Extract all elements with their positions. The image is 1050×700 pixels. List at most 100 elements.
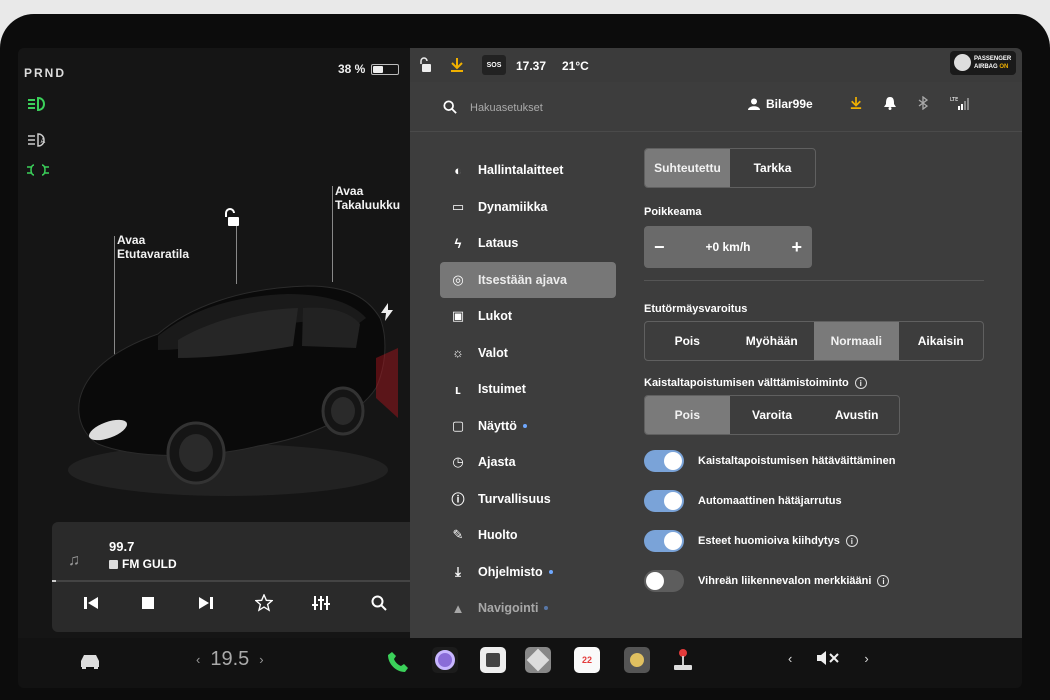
toggle-label: Automaattinen hätäjarrutus: [698, 495, 842, 507]
follow-distance-mode-selector: Suhteutettu Tarkka: [644, 148, 816, 188]
sos-button[interactable]: SOS: [482, 55, 506, 75]
temp-increase-button[interactable]: ›: [259, 652, 263, 667]
lane-option-0[interactable]: Pois: [645, 396, 730, 434]
person-icon: [748, 98, 760, 110]
nav-item-label: Näyttö: [478, 418, 517, 433]
fcw-option-3[interactable]: Aikaisin: [899, 322, 984, 360]
open-trunk-button[interactable]: Avaa Takaluukku: [335, 184, 400, 212]
skip-forward-icon: [199, 597, 214, 609]
display-icon: ▢: [451, 417, 465, 433]
media-player[interactable]: ♫ 99.7 FM GULD: [52, 522, 418, 632]
stop-button[interactable]: [134, 589, 162, 617]
fcw-option-1[interactable]: Myöhään: [730, 322, 815, 360]
nav-item-label: Ajasta: [478, 455, 516, 470]
settings-header: Hakuasetukset Bilar99e LTE: [410, 82, 1022, 132]
navigation-app-icon[interactable]: [525, 647, 551, 673]
nav-item-7[interactable]: ▢ Näyttö: [440, 408, 616, 445]
fcw-option-0[interactable]: Pois: [645, 322, 730, 360]
settings-search-input[interactable]: Hakuasetukset: [470, 102, 543, 114]
mute-icon[interactable]: [816, 650, 840, 666]
previous-track-button[interactable]: [77, 589, 105, 617]
nav-item-label: Lukot: [478, 309, 513, 324]
toybox-app-icon[interactable]: [480, 647, 506, 673]
nav-item-12[interactable]: ▲ Navigointi: [440, 590, 616, 627]
mode-option-0[interactable]: Suhteutettu: [645, 149, 730, 187]
decrease-offset-button[interactable]: −: [654, 237, 665, 258]
info-icon[interactable]: i: [877, 575, 890, 587]
nav-item-label: Hallintalaitteet: [478, 163, 564, 178]
notification-bell-icon[interactable]: [884, 96, 896, 110]
nav-item-label: Istuimet: [478, 382, 526, 397]
calendar-app-icon[interactable]: 22: [574, 647, 600, 673]
toggle-row-0: Kaistaltapoistumisen hätäväittäminen: [644, 441, 1004, 481]
auto-high-beam-icon: A: [28, 133, 46, 147]
nav-item-9[interactable]: ⓘ Turvallisuus: [440, 481, 616, 518]
toggle-switch[interactable]: [644, 490, 684, 512]
battery-icon: [371, 63, 400, 75]
star-icon: [254, 594, 273, 612]
status-bar: SOS 17.37 21°C PASSENGER AIRBAG ON: [410, 48, 1022, 82]
cabin-temperature[interactable]: 19.5: [210, 648, 249, 671]
toggle-switch[interactable]: [644, 570, 684, 592]
steering-wheel-icon: ◎: [452, 271, 464, 287]
nav-item-label: Ohjelmisto: [478, 564, 543, 579]
nav-item-0[interactable]: ◐ Hallintalaitteet: [440, 152, 616, 189]
equalizer-icon: [312, 596, 331, 610]
nav-item-5[interactable]: ☼ Valot: [440, 335, 616, 372]
phone-icon[interactable]: [386, 650, 410, 674]
section-divider: [644, 280, 984, 281]
temp-decrease-button[interactable]: ‹: [196, 652, 200, 667]
photos-app-icon[interactable]: [624, 647, 650, 673]
info-circle-icon: ⓘ: [451, 492, 465, 508]
unlock-icon[interactable]: [223, 208, 243, 228]
lane-option-1[interactable]: Varoita: [730, 396, 815, 434]
offset-label: Poikkeama: [644, 206, 702, 218]
battery-indicator: 38 %: [338, 62, 400, 76]
toggle-label-row: Vihreän liikennevalon merkkiääni i: [698, 575, 890, 587]
download-icon: ⤓: [455, 563, 461, 579]
airbag-label-2: AIRBAG: [974, 64, 998, 70]
seat-icon: ʟ: [455, 381, 461, 397]
volume-down-button[interactable]: ‹: [788, 651, 792, 666]
media-search-button[interactable]: [365, 589, 393, 617]
bluetooth-icon[interactable]: [918, 96, 928, 110]
nav-item-8[interactable]: ◷ Ajasta: [440, 444, 616, 481]
nav-item-10[interactable]: ✎ Huolto: [440, 517, 616, 554]
favorite-button[interactable]: [250, 589, 278, 617]
nav-item-2[interactable]: ϟ Lataus: [440, 225, 616, 262]
speed-offset-value: +0 km/h: [705, 240, 751, 254]
increase-offset-button[interactable]: +: [791, 237, 802, 258]
fcw-option-2[interactable]: Normaali: [814, 322, 899, 360]
car-status-panel: PRND 38 % A Avaa Takaluukku Avaa Etutava…: [18, 48, 418, 638]
nav-item-4[interactable]: ▣ Lukot: [440, 298, 616, 335]
nav-item-1[interactable]: ▭ Dynamiikka: [440, 189, 616, 226]
car-icon[interactable]: [78, 652, 102, 670]
radio-station: FM GULD: [109, 557, 177, 571]
arcade-joystick-icon[interactable]: [672, 648, 694, 672]
lane-option-2[interactable]: Avustin: [814, 396, 899, 434]
gear-selector[interactable]: PRND: [24, 66, 66, 80]
info-icon[interactable]: i: [845, 535, 858, 547]
profile-name: Bilar99e: [766, 97, 813, 111]
nav-item-11[interactable]: ⤓ Ohjelmisto: [440, 554, 616, 591]
next-track-button[interactable]: [192, 589, 220, 617]
toggle-switch[interactable]: [644, 530, 684, 552]
nav-item-6[interactable]: ʟ Istuimet: [440, 371, 616, 408]
airbag-state: ON: [999, 64, 1009, 70]
battery-percent: 38 %: [338, 62, 366, 76]
software-update-icon[interactable]: [850, 96, 862, 110]
toggle-label: Kaistaltapoistumisen hätäväittäminen: [698, 455, 896, 467]
mode-option-1[interactable]: Tarkka: [730, 149, 815, 187]
info-icon[interactable]: i: [854, 377, 867, 389]
toggle-switch[interactable]: [644, 450, 684, 472]
nav-item-label: Itsestään ajava: [478, 272, 567, 287]
profile-button[interactable]: Bilar99e: [748, 97, 813, 111]
toggle-row-1: Automaattinen hätäjarrutus: [644, 481, 1004, 521]
equalizer-button[interactable]: [307, 589, 335, 617]
nav-item-3[interactable]: ◎ Itsestään ajava: [440, 261, 616, 298]
toggle-row-3: Vihreän liikennevalon merkkiääni i: [644, 561, 1004, 601]
volume-up-button[interactable]: ›: [864, 651, 868, 666]
settings-panel: Hakuasetukset Bilar99e LTE ◐ Hallintalait…: [410, 82, 1022, 638]
camera-app-icon[interactable]: [432, 647, 458, 673]
parking-lights-icon: [27, 164, 49, 176]
